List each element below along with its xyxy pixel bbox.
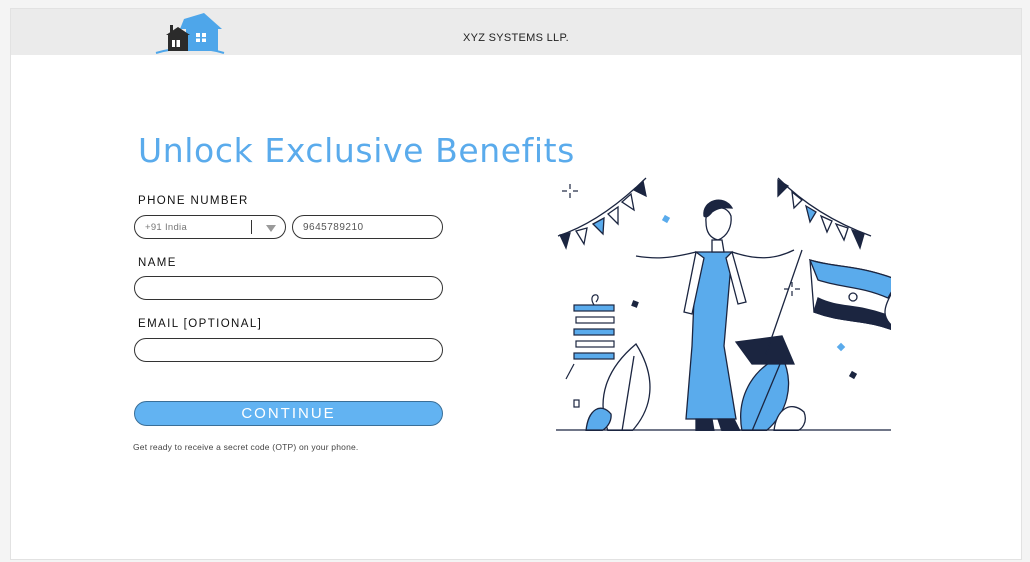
continue-button[interactable]: CONTINUE [134, 401, 443, 426]
leaf-right [740, 355, 806, 431]
page-title: Unlock Exclusive Benefits [138, 131, 575, 170]
email-input[interactable] [135, 339, 442, 361]
name-input-wrapper [134, 276, 443, 300]
top-bar: XYZ SYSTEMS LLP. [11, 9, 1021, 55]
chevron-down-icon[interactable] [266, 225, 276, 232]
india-flag-icon [765, 249, 891, 355]
phone-input-wrapper [292, 215, 443, 239]
country-code-value: +91 India [145, 222, 188, 233]
phone-number-label: PHONE NUMBER [138, 195, 249, 207]
email-label: EMAIL [OPTIONAL] [138, 318, 263, 330]
bunting-right [777, 177, 872, 250]
sparkle-icon [562, 184, 800, 296]
country-code-select[interactable]: +91 India [134, 215, 286, 239]
phone-input[interactable] [293, 216, 442, 238]
name-input[interactable] [135, 277, 442, 299]
select-divider [251, 220, 252, 234]
page-frame: XYZ SYSTEMS LLP. Unlock Exclusive Benefi… [10, 8, 1022, 560]
firecracker-icon [565, 294, 615, 380]
otp-note: Get ready to receive a secret code (OTP)… [133, 442, 359, 452]
bunting-left [557, 177, 647, 250]
celebration-illustration [556, 177, 891, 431]
company-name: XYZ SYSTEMS LLP. [462, 32, 570, 44]
email-input-wrapper [134, 338, 443, 362]
name-label: NAME [138, 257, 177, 269]
